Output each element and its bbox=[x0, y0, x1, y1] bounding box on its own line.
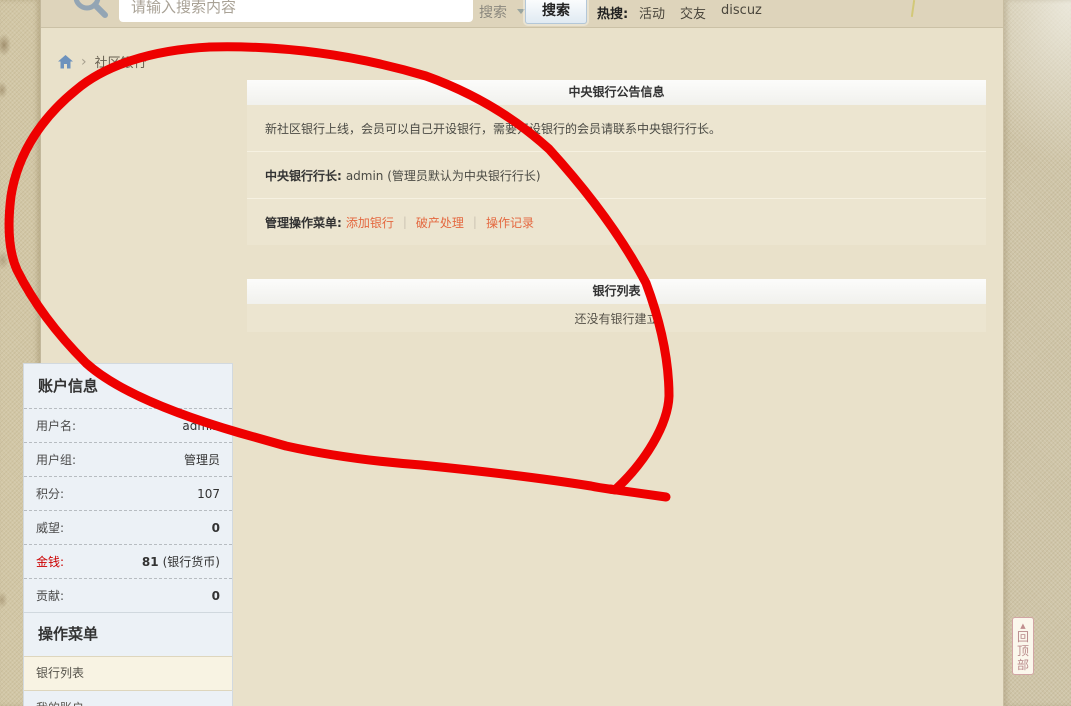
admin-menu-row: 管理操作菜单: 添加银行 | 破产处理 | 操作记录 bbox=[247, 198, 986, 245]
row-value: 107 bbox=[197, 486, 220, 501]
breadcrumb: › 社区银行 bbox=[58, 52, 147, 71]
search-input[interactable] bbox=[119, 0, 473, 22]
money-unit-suffix: (银行货币) bbox=[162, 555, 220, 569]
hot-search-links: 活动 交友 discuz bbox=[639, 3, 762, 22]
search-icon bbox=[73, 0, 108, 18]
row-label: 贡献: bbox=[36, 589, 65, 603]
bank-list-header: 银行列表 bbox=[247, 279, 986, 304]
menu-item-my-account[interactable]: 我的账户 bbox=[24, 691, 232, 706]
row-label-money: 金钱: bbox=[36, 555, 65, 569]
bankruptcy-link[interactable]: 破产处理 bbox=[416, 214, 464, 231]
breadcrumb-separator: › bbox=[81, 53, 87, 70]
row-value: 0 bbox=[211, 520, 220, 535]
hot-link-discuz[interactable]: discuz bbox=[721, 3, 762, 22]
row-value: 管理员 bbox=[183, 453, 220, 467]
admin-menu-label: 管理操作菜单: bbox=[265, 215, 342, 230]
home-icon[interactable] bbox=[58, 54, 73, 69]
president-value: admin (管理员默认为中央银行行长) bbox=[345, 168, 541, 183]
row-value: admin bbox=[182, 418, 220, 433]
announcement-intro-text: 新社区银行上线，会员可以自己开设银行，需要开设银行的会员请联系中央银行行长。 bbox=[265, 121, 722, 136]
row-label: 用户组: bbox=[36, 453, 77, 467]
account-row-credits: 积分: 107 bbox=[24, 476, 232, 510]
account-sidebar: 账户信息 用户名: admin 用户组: 管理员 积分: 107 威望: 0 金… bbox=[23, 363, 233, 706]
row-value: 0 bbox=[211, 588, 220, 603]
action-menu-title: 操作菜单 bbox=[24, 612, 232, 656]
search-bar: 搜索 搜索 热搜: 活动 交友 discuz bbox=[41, 0, 1003, 28]
row-value: 81 bbox=[141, 555, 159, 569]
search-button[interactable]: 搜索 bbox=[525, 0, 587, 24]
account-row-prestige: 威望: 0 bbox=[24, 510, 232, 544]
back-to-top-button[interactable]: ▲ 回顶部 bbox=[1012, 617, 1034, 675]
link-separator: | bbox=[402, 215, 407, 229]
hot-link-activity[interactable]: 活动 bbox=[639, 3, 665, 22]
announcement-table: 新社区银行上线，会员可以自己开设银行，需要开设银行的会员请联系中央银行行长。 中… bbox=[247, 105, 986, 245]
page-right-margin bbox=[1004, 0, 1071, 706]
row-label: 用户名: bbox=[36, 419, 77, 433]
hot-search-label: 热搜: bbox=[597, 7, 629, 22]
add-bank-link[interactable]: 添加银行 bbox=[346, 214, 394, 231]
texture-scratch bbox=[910, 0, 916, 18]
breadcrumb-current[interactable]: 社区银行 bbox=[95, 52, 147, 71]
account-info-title: 账户信息 bbox=[38, 377, 99, 395]
president-label: 中央银行行长: bbox=[265, 168, 342, 183]
link-separator: | bbox=[472, 215, 477, 229]
account-row-money: 金钱: 81 (银行货币) bbox=[24, 544, 232, 578]
operation-log-link[interactable]: 操作记录 bbox=[486, 214, 534, 231]
announcement-president-row: 中央银行行长: admin (管理员默认为中央银行行长) bbox=[247, 151, 986, 198]
menu-item-bank-list[interactable]: 银行列表 bbox=[24, 656, 232, 691]
arrow-up-icon: ▲ bbox=[1020, 622, 1026, 630]
account-row-usergroup: 用户组: 管理员 bbox=[24, 442, 232, 476]
account-row-contribution: 贡献: 0 bbox=[24, 578, 232, 612]
bank-list-empty-row: 还没有银行建立 bbox=[247, 304, 986, 332]
announcement-header: 中央银行公告信息 bbox=[247, 80, 986, 105]
row-label: 积分: bbox=[36, 487, 65, 501]
account-row-username: 用户名: admin bbox=[24, 408, 232, 442]
page: 搜索 搜索 热搜: 活动 交友 discuz › 社区银行 中央银行公告信息 bbox=[0, 0, 1071, 706]
announcement-intro-row: 新社区银行上线，会员可以自己开设银行，需要开设银行的会员请联系中央银行行长。 bbox=[247, 105, 986, 151]
main-column: 中央银行公告信息 新社区银行上线，会员可以自己开设银行，需要开设银行的会员请联系… bbox=[247, 80, 986, 332]
chevron-down-icon bbox=[517, 9, 525, 14]
hot-link-friends[interactable]: 交友 bbox=[680, 3, 706, 22]
back-to-top-label: 回顶部 bbox=[1016, 630, 1029, 672]
search-scope-dropdown[interactable]: 搜索 bbox=[479, 2, 507, 22]
row-label: 威望: bbox=[36, 521, 65, 535]
